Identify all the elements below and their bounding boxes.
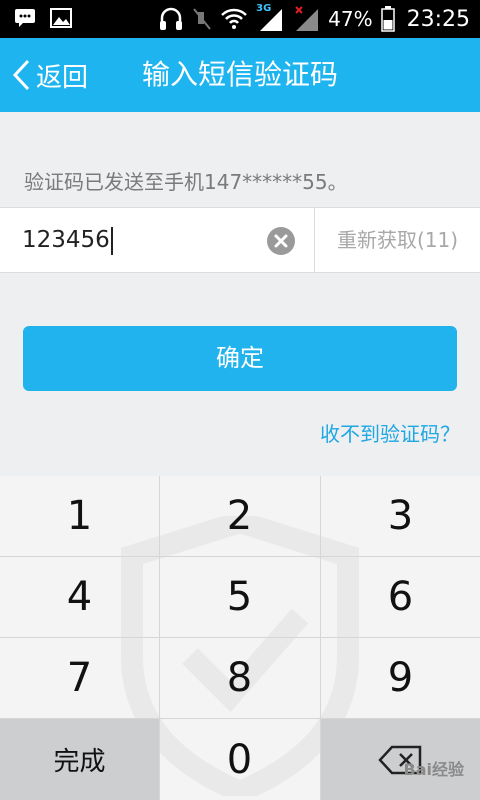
keypad-divider [0,556,480,557]
status-left-icons [14,8,72,28]
no-code-link[interactable]: 收不到验证码？ [320,418,460,447]
code-value: 123456 [22,227,110,253]
keypad-divider [320,476,321,800]
code-input-row: 123456 重新获取(11) [0,207,480,273]
confirm-button[interactable]: 确定 [23,326,457,391]
key-1[interactable]: 1 [0,476,159,556]
headphones-icon [160,7,183,30]
sent-info-text: 验证码已发送至手机147******55。 [24,170,348,194]
back-button[interactable]: 返回 [10,50,88,100]
key-4[interactable]: 4 [0,557,159,637]
wifi-icon [221,8,248,29]
key-5[interactable]: 5 [160,557,319,637]
mute-icon [193,8,211,30]
keypad-divider [0,718,480,719]
image-icon [50,8,72,28]
key-7[interactable]: 7 [0,638,159,718]
key-8[interactable]: 8 [160,638,319,718]
resend-code-button[interactable]: 重新获取(11) [315,208,480,272]
keypad-divider [0,637,480,638]
back-label: 返回 [36,62,89,93]
key-done[interactable]: 完成 [0,719,159,800]
message-icon [15,9,35,27]
numeric-keypad: 完成 1 2 3 4 5 6 7 8 9 0 Bai经验 [0,476,480,800]
key-9[interactable]: 9 [321,638,480,718]
key-done-label: 完成 [53,747,106,777]
verification-code-input[interactable]: 123456 [22,208,252,272]
signal-3g-icon: 3G [256,3,284,33]
status-right-icons: 3G 47% 23:25 [158,3,470,34]
title-bar: 输入短信验证码 返回 [0,38,480,112]
key-3[interactable]: 3 [321,476,480,556]
chevron-left-icon [12,59,30,91]
battery-percent: 47% [328,7,373,31]
text-cursor [110,226,113,255]
key-6[interactable]: 6 [321,557,480,637]
signal-icon [292,5,320,33]
key-0[interactable]: 0 [160,719,319,800]
battery-icon [380,6,395,32]
keypad-divider [159,476,160,800]
brand-watermark: Bai经验 [403,760,464,779]
clock-time: 23:25 [406,6,470,32]
key-2[interactable]: 2 [160,476,319,556]
clear-icon[interactable] [266,226,296,256]
status-bar: 3G 47% 23:25 [0,0,480,38]
